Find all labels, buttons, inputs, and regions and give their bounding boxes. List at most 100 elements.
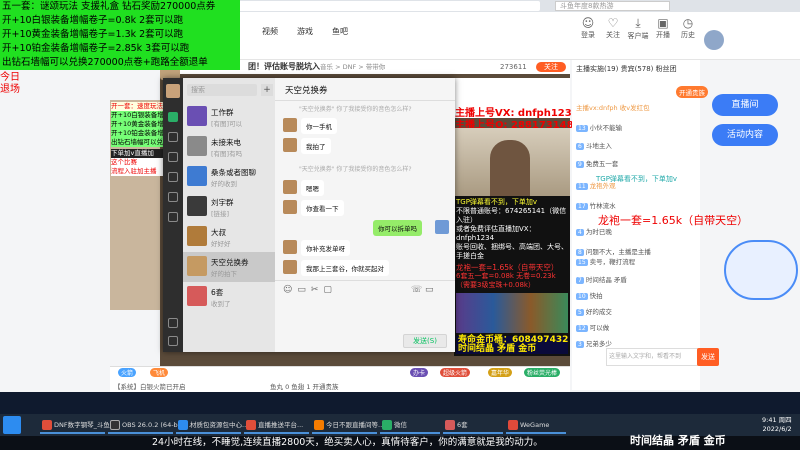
chat-row: 6 斗地主入 bbox=[576, 142, 612, 150]
open-noble-button[interactable]: 开通贵族 bbox=[676, 86, 708, 98]
chat-title: 天空兑换券 bbox=[285, 86, 328, 96]
voice-call-icon[interactable]: ☏ bbox=[411, 285, 422, 295]
start-button[interactable] bbox=[3, 416, 21, 434]
heart-icon: ♡ bbox=[607, 16, 619, 30]
message-bubble[interactable]: 你补充发单呀 bbox=[301, 240, 350, 256]
clock-icon: ◷ bbox=[682, 16, 694, 30]
contact-item[interactable]: 6套 收到了 bbox=[183, 282, 275, 312]
message-bubble[interactable]: 嗯嗯 bbox=[301, 180, 324, 196]
input-toolbar[interactable]: ☺▭✂▢ bbox=[283, 285, 337, 295]
taskbar-item[interactable]: DNF数字钢琴_斗鱼... bbox=[40, 416, 116, 434]
chat-send-button[interactable]: 发送 bbox=[697, 348, 719, 366]
favorites-icon[interactable] bbox=[168, 152, 178, 162]
gift-rocket[interactable]: 火箭 bbox=[118, 368, 137, 377]
chat-input[interactable]: 这里输入文字和，帮看不到 bbox=[606, 348, 698, 366]
live-room-button[interactable]: 直播间 bbox=[712, 94, 778, 116]
taskbar-item[interactable]: OBS 26.0.2 (64-bit)... bbox=[108, 416, 191, 434]
taskbar-item-wechat[interactable]: 微信 bbox=[380, 416, 440, 434]
gift-glowstick[interactable]: 粉丝荧光棒 bbox=[524, 368, 561, 377]
info-panel: TGP弹幕看不到，下单加v 不限普通账号：674265141（微信入驻） 或者免… bbox=[454, 196, 570, 356]
message-input[interactable] bbox=[281, 300, 449, 326]
taskbar-item[interactable]: 6套 bbox=[443, 416, 503, 434]
system-status: 【系统】白银火箭已开启 bbox=[114, 383, 186, 391]
chat-row: 9 免费五一套 bbox=[576, 160, 619, 168]
chat-row: 8 问题不大，主播是主播 bbox=[576, 248, 651, 256]
moments-icon[interactable] bbox=[168, 192, 178, 202]
header-client[interactable]: ⤓ 客户端 bbox=[625, 16, 651, 41]
divider bbox=[275, 280, 455, 281]
gift-plane[interactable]: 飞机 bbox=[150, 368, 169, 377]
header-history[interactable]: ◷ 历史 bbox=[675, 16, 701, 40]
stream-title: 团！评估账号脱坑入 bbox=[248, 62, 320, 71]
mini-overlay: 开一套：速度玩法 开+10白银装备增幅 开+10黄金装备增幅 开+10铂金装备增… bbox=[111, 102, 171, 176]
contact-item-selected[interactable]: 天空兑换券 好的拍下 bbox=[183, 252, 275, 282]
nav-game[interactable]: 游戏 bbox=[297, 26, 313, 37]
nav-yuba[interactable]: 鱼吧 bbox=[332, 26, 348, 37]
system-message: "天空兑换券" 你了我接受你的音色怎么样? bbox=[299, 106, 412, 113]
chat-row: 3 兄弟多少 bbox=[576, 340, 612, 348]
gift-super-rocket[interactable]: 超级火箭 bbox=[440, 368, 471, 377]
contact-avatar bbox=[187, 166, 207, 186]
viewer-count: 273611 bbox=[500, 63, 527, 71]
send-button[interactable]: 发送(S) bbox=[403, 334, 447, 348]
chat-icon[interactable] bbox=[168, 112, 178, 122]
taskbar-item[interactable]: WeGame bbox=[506, 416, 566, 434]
taskbar-item[interactable]: 今日不跟直播间等... bbox=[312, 416, 384, 434]
left-red-text: 今日 退场 bbox=[0, 72, 20, 95]
self-avatar[interactable] bbox=[166, 84, 180, 98]
system-clock[interactable]: 9:41 周四 2022/6/2 bbox=[762, 416, 792, 434]
taskbar-item[interactable]: 直播推送平台... bbox=[244, 416, 309, 434]
folder-icon[interactable] bbox=[168, 172, 178, 182]
contacts-icon[interactable] bbox=[168, 132, 178, 142]
contact-item[interactable]: 工作群 [有图]可以 bbox=[183, 102, 275, 132]
wegame-icon bbox=[508, 420, 518, 430]
video-call-icon[interactable]: ▭ bbox=[425, 285, 434, 295]
contact-item[interactable]: 未接来电 [有图]有吗 bbox=[183, 132, 275, 162]
chat-avatar bbox=[283, 240, 297, 254]
wechat-chat-pane: 天空兑换券 "天空兑换券" 你了我接受你的音色怎么样? 你一手机 我拍了 "天空… bbox=[275, 78, 455, 352]
message-bubble[interactable]: 我那上三套谷，你就买起对 bbox=[301, 260, 389, 276]
taskbar-item[interactable]: 材质包资源包中心... bbox=[176, 416, 248, 434]
miniprogram-icon[interactable] bbox=[168, 212, 178, 222]
chat-row: 12 可以做 bbox=[576, 324, 610, 332]
nav-video[interactable]: 视频 bbox=[262, 26, 278, 37]
phone-icon[interactable] bbox=[168, 318, 178, 328]
dragon-line: 龙袍一套=1.65k（自带天空） bbox=[598, 214, 749, 227]
promo-widget[interactable] bbox=[724, 240, 798, 300]
gift-carnival[interactable]: 嘉年华 bbox=[488, 368, 513, 377]
contact-item[interactable]: 刘宇群 [链接] bbox=[183, 192, 275, 222]
chat-avatar bbox=[283, 138, 297, 152]
header-follow[interactable]: ♡ 关注 bbox=[600, 16, 626, 40]
gift-bar: 【系统】白银火箭已开启 鱼丸 0 鱼翅 1 开通贵族 火箭 飞机 办卡 超级火箭… bbox=[110, 366, 570, 392]
contact-item[interactable]: 大叔 好好好 bbox=[183, 222, 275, 252]
add-icon[interactable]: + bbox=[261, 84, 273, 96]
chat-row: 13 小伙不能输 bbox=[576, 124, 623, 132]
chat-row: 10 快拍 bbox=[576, 292, 603, 300]
chat-row: 17 竹林流水 bbox=[576, 202, 616, 210]
contact-item[interactable]: 桑条或者图聊 好的收到 bbox=[183, 162, 275, 192]
avatar[interactable] bbox=[704, 30, 724, 50]
chat-tab-row[interactable]: 主播实施(19) 贵宾(578) 粉丝团 bbox=[576, 64, 677, 74]
message-bubble[interactable]: 我拍了 bbox=[301, 138, 331, 154]
chat-row: 7 时间结晶 矛盾 bbox=[576, 276, 627, 284]
chat-row: 主播vx:dnfph 收v发红包 bbox=[576, 104, 650, 112]
app-icon bbox=[110, 420, 120, 430]
message-bubble[interactable]: 你一手机 bbox=[301, 118, 337, 134]
contact-avatar bbox=[187, 106, 207, 126]
activity-button[interactable]: 活动内容 bbox=[712, 124, 778, 146]
chat-avatar bbox=[283, 118, 297, 132]
app-icon bbox=[445, 420, 455, 430]
header-broadcast[interactable]: ▣ 开播 bbox=[650, 16, 676, 40]
self-chat-avatar bbox=[435, 220, 449, 234]
promo-overlay-green: 五一套：谜颂玩法 支援礼盒 钻石奖励270000点券 开+10白银装备增幅卷子=… bbox=[0, 0, 240, 70]
streamer-figure bbox=[490, 140, 530, 200]
menu-icon[interactable] bbox=[168, 336, 178, 346]
tgp-note: TGP弹幕看不到，下单加v bbox=[596, 175, 678, 183]
follow-button[interactable]: 关注 bbox=[536, 62, 566, 72]
message-bubble-self[interactable]: 你可以拆单吗 bbox=[373, 220, 422, 236]
header-login[interactable]: ☺ 登录 bbox=[575, 16, 601, 40]
message-bubble[interactable]: 你查看一下 bbox=[301, 200, 344, 216]
wechat-search-input[interactable]: 搜索 bbox=[187, 84, 257, 96]
gift-card[interactable]: 办卡 bbox=[410, 368, 429, 377]
site-search-input[interactable]: 斗鱼年度8款热游 bbox=[555, 1, 670, 11]
